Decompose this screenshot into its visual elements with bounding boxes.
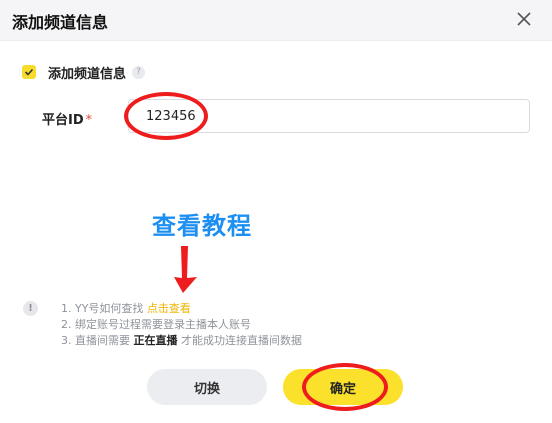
tip-line-3-bold: 正在直播 (133, 334, 178, 347)
annotation-arrow-icon (174, 246, 197, 293)
confirm-button[interactable]: 确定 (283, 369, 403, 405)
tip-line-1: 1. YY号如何查找 点击查看 (61, 301, 302, 317)
check-icon (24, 68, 34, 76)
tips-list: 1. YY号如何查找 点击查看 2. 绑定账号过程需要登录主播本人账号 3. 直… (61, 301, 302, 349)
platform-id-input[interactable] (128, 99, 530, 133)
info-icon: ! (23, 301, 38, 316)
dialog-title: 添加频道信息 (12, 13, 109, 32)
section-label: 添加频道信息 (48, 66, 127, 82)
platform-id-label: 平台ID * (42, 109, 92, 128)
tip-line-3: 3. 直播间需要 正在直播 才能成功连接直播间数据 (61, 333, 302, 349)
view-tutorial-link[interactable]: 点击查看 (147, 302, 191, 315)
tip-line-2: 2. 绑定账号过程需要登录主播本人账号 (61, 318, 251, 331)
help-icon[interactable]: ? (132, 65, 146, 79)
tip-line-1-text: 1. YY号如何查找 (61, 302, 144, 315)
tip-line-3-suffix: 才能成功连接直播间数据 (181, 334, 302, 347)
annotation-tutorial-text: 查看教程 (152, 212, 252, 240)
channel-info-section: 添加频道信息 ? (22, 62, 146, 82)
channel-info-checkbox[interactable] (22, 65, 36, 79)
switch-button[interactable]: 切换 (147, 369, 267, 405)
required-mark: * (85, 113, 93, 128)
close-icon[interactable] (513, 8, 535, 30)
tip-line-3-prefix: 3. 直播间需要 (61, 334, 130, 347)
platform-id-label-text: 平台ID (42, 113, 84, 128)
dialog-header: 添加频道信息 (0, 0, 552, 41)
